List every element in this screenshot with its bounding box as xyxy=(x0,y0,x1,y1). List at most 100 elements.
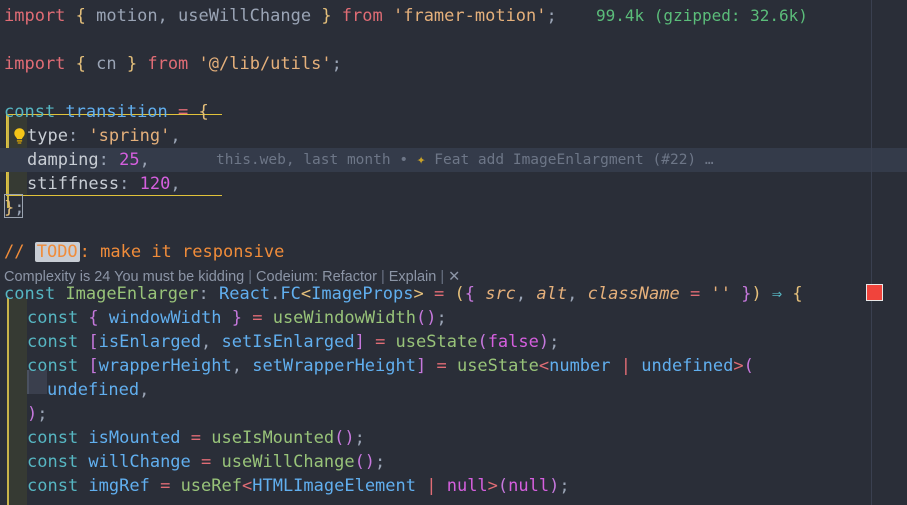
code-token: type xyxy=(27,126,68,146)
code-line[interactable]: // TODO: make it responsive xyxy=(0,240,907,264)
code-editor[interactable]: import { motion, useWillChange } from 'f… xyxy=(0,0,907,505)
code-lens-complexity[interactable]: Complexity is 24 You must be kidding xyxy=(4,269,248,285)
code-token: isMounted xyxy=(88,428,181,448)
code-token: , xyxy=(201,332,222,352)
code-token: ; xyxy=(559,476,570,496)
code-token: const xyxy=(4,284,66,304)
code-token: 25 xyxy=(119,150,140,170)
code-token: [ xyxy=(88,356,99,376)
code-token: windowWidth xyxy=(98,308,232,328)
code-token: 'spring' xyxy=(88,126,171,146)
code-token: willChange xyxy=(88,452,191,472)
git-blame-separator: • xyxy=(399,152,417,168)
code-line[interactable]: const { windowWidth } = useWindowWidth()… xyxy=(0,306,907,330)
code-token: ] xyxy=(415,356,427,376)
code-token: { xyxy=(75,6,86,26)
code-token: ; xyxy=(375,452,386,472)
code-line[interactable]: const isMounted = useIsMounted(); xyxy=(0,426,907,450)
code-token: } xyxy=(321,6,332,26)
code-line-content: const transition = { xyxy=(0,102,209,122)
code-line-content: const isMounted = useIsMounted(); xyxy=(0,428,365,448)
code-token: useState xyxy=(456,356,539,376)
code-line[interactable]: const [isEnlarged, setIsEnlarged] = useS… xyxy=(0,330,907,354)
code-token: , xyxy=(139,380,150,400)
code-token: = xyxy=(149,476,181,496)
code-lens-refactor[interactable]: Codeium: Refactor xyxy=(256,269,381,285)
code-line-content: undefined, xyxy=(0,380,149,400)
code-token: setIsEnlarged xyxy=(221,332,355,352)
code-line[interactable]: ); xyxy=(0,402,907,426)
code-token: : xyxy=(67,126,89,146)
code-line-content: stiffness: 120, xyxy=(0,174,181,194)
code-token: [ xyxy=(88,332,99,352)
code-token: const xyxy=(27,476,89,496)
code-token: () xyxy=(416,308,437,328)
code-token: cn xyxy=(85,54,127,74)
code-line[interactable]: stiffness: 120, xyxy=(0,172,907,196)
code-lens-bar[interactable]: Complexity is 24 You must be kidding | C… xyxy=(4,268,460,286)
code-line[interactable]: type: 'spring', xyxy=(0,124,907,148)
code-token: ] xyxy=(354,332,365,352)
code-token: motion, useWillChange xyxy=(85,6,322,26)
code-token: useRef xyxy=(180,476,242,496)
code-line-content: const { windowWidth } = useWindowWidth()… xyxy=(0,308,447,328)
code-token: , xyxy=(515,284,537,304)
code-token: } xyxy=(4,198,15,218)
code-token: null xyxy=(508,476,550,496)
code-token: } xyxy=(126,54,138,74)
code-token: // xyxy=(4,242,35,262)
code-token: , xyxy=(170,126,181,146)
code-token: } xyxy=(741,284,752,304)
code-token: 120 xyxy=(139,174,171,194)
code-line-content: import { motion, useWillChange } from 'f… xyxy=(0,6,557,26)
code-token: setWrapperHeight xyxy=(252,356,416,376)
code-lens-explain[interactable]: Explain xyxy=(389,269,441,285)
code-token: { xyxy=(464,284,475,304)
code-line[interactable]: undefined, xyxy=(0,378,907,402)
code-token: ) xyxy=(549,476,560,496)
code-token: HTMLImageElement xyxy=(252,476,427,496)
code-lens-separator: | xyxy=(248,269,257,285)
code-token: ( xyxy=(477,332,488,352)
code-token: number xyxy=(549,356,621,376)
code-token: () xyxy=(334,428,355,448)
import-cost-annotation: 99.4k (gzipped: 32.6k) xyxy=(596,6,808,25)
code-token: '@/lib/utils' xyxy=(198,54,332,74)
vertical-ruler xyxy=(871,0,872,505)
close-icon[interactable]: ✕ xyxy=(448,269,460,285)
code-token: FC xyxy=(280,284,301,304)
code-token: < xyxy=(241,476,253,496)
code-token: = xyxy=(426,356,457,376)
code-line-content: const ImageEnlarger: React.FC<ImageProps… xyxy=(0,284,803,304)
code-token: { xyxy=(88,308,99,328)
code-line[interactable]: }; xyxy=(0,196,907,220)
code-token: < xyxy=(538,356,550,376)
code-token: . xyxy=(270,284,281,304)
code-token: damping xyxy=(27,150,99,170)
code-token: ImageProps xyxy=(311,284,414,304)
code-token: ) xyxy=(27,404,38,424)
code-token: = xyxy=(178,102,199,122)
lightbulb-icon[interactable] xyxy=(10,125,28,147)
code-token: () xyxy=(354,452,376,472)
code-token: ( xyxy=(497,476,509,496)
code-line[interactable]: import { cn } from '@/lib/utils'; xyxy=(0,52,907,76)
code-line[interactable]: const imgRef = useRef<HTMLImageElement |… xyxy=(0,474,907,498)
code-token: stiffness xyxy=(27,174,120,194)
code-token: : xyxy=(98,150,120,170)
code-line[interactable]: const willChange = useWillChange(); xyxy=(0,450,907,474)
code-token: > xyxy=(413,284,424,304)
code-token: wrapperHeight xyxy=(98,356,232,376)
code-token: alt xyxy=(536,284,568,304)
color-decorator-swatch[interactable] xyxy=(866,284,883,301)
code-token: ) xyxy=(538,332,550,352)
code-line[interactable]: const [wrapperHeight, setWrapperHeight] … xyxy=(0,354,907,378)
code-token: { xyxy=(75,54,86,74)
git-blame-ellipsis: … xyxy=(704,152,714,168)
code-token: } xyxy=(231,308,242,328)
code-token: > xyxy=(487,476,498,496)
code-token: 'framer-motion' xyxy=(392,6,547,26)
code-line[interactable]: const transition = { xyxy=(0,100,907,124)
git-blame-annotation[interactable]: this.web, last month • ✦ Feat add ImageE… xyxy=(216,148,714,172)
